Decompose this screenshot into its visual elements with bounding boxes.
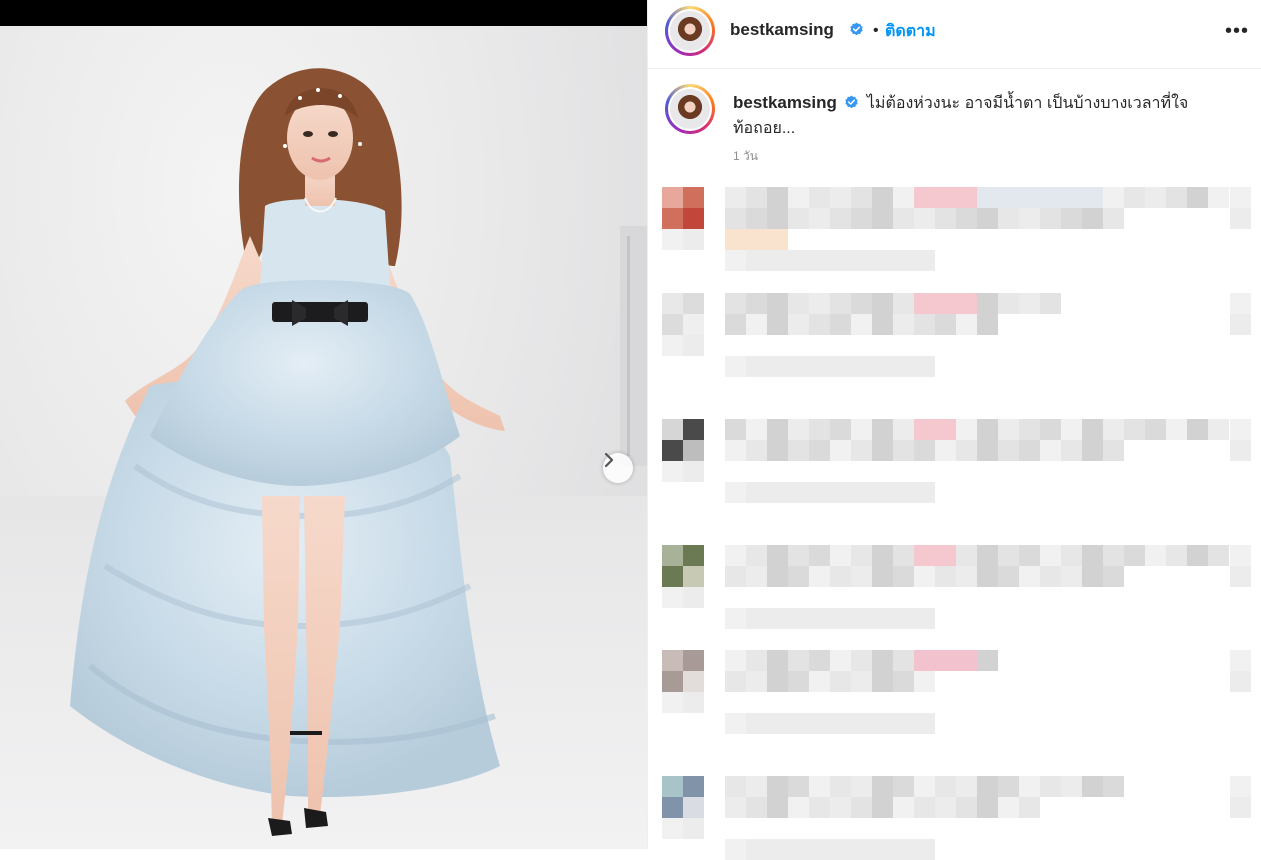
post-header: bestkamsing • ติดตาม ••• [648, 0, 1261, 69]
post-media [0, 0, 647, 849]
header-username[interactable]: bestkamsing [730, 20, 834, 40]
post-time: 1 วัน [733, 149, 758, 163]
carousel-next-button[interactable] [603, 453, 633, 483]
post-sidebar: bestkamsing • ติดตาม ••• bestkamsing ไม่… [647, 0, 1261, 860]
comments-list-pixelated [648, 186, 1261, 860]
post-caption: bestkamsing ไม่ต้องห่วงนะ อาจมีน้ำตา เป็… [733, 90, 1233, 141]
caption-avatar[interactable] [665, 84, 715, 134]
avatar[interactable] [665, 6, 715, 56]
verified-badge-icon [850, 22, 863, 36]
chevron-right-icon [604, 453, 614, 467]
follow-button[interactable]: ติดตาม [885, 19, 936, 44]
more-options-icon[interactable]: ••• [1225, 20, 1249, 43]
separator-dot: • [873, 22, 879, 39]
verified-badge-icon [845, 95, 859, 109]
photo-illustration [0, 68, 647, 849]
post-photo [0, 26, 647, 849]
caption-username[interactable]: bestkamsing [733, 93, 837, 112]
